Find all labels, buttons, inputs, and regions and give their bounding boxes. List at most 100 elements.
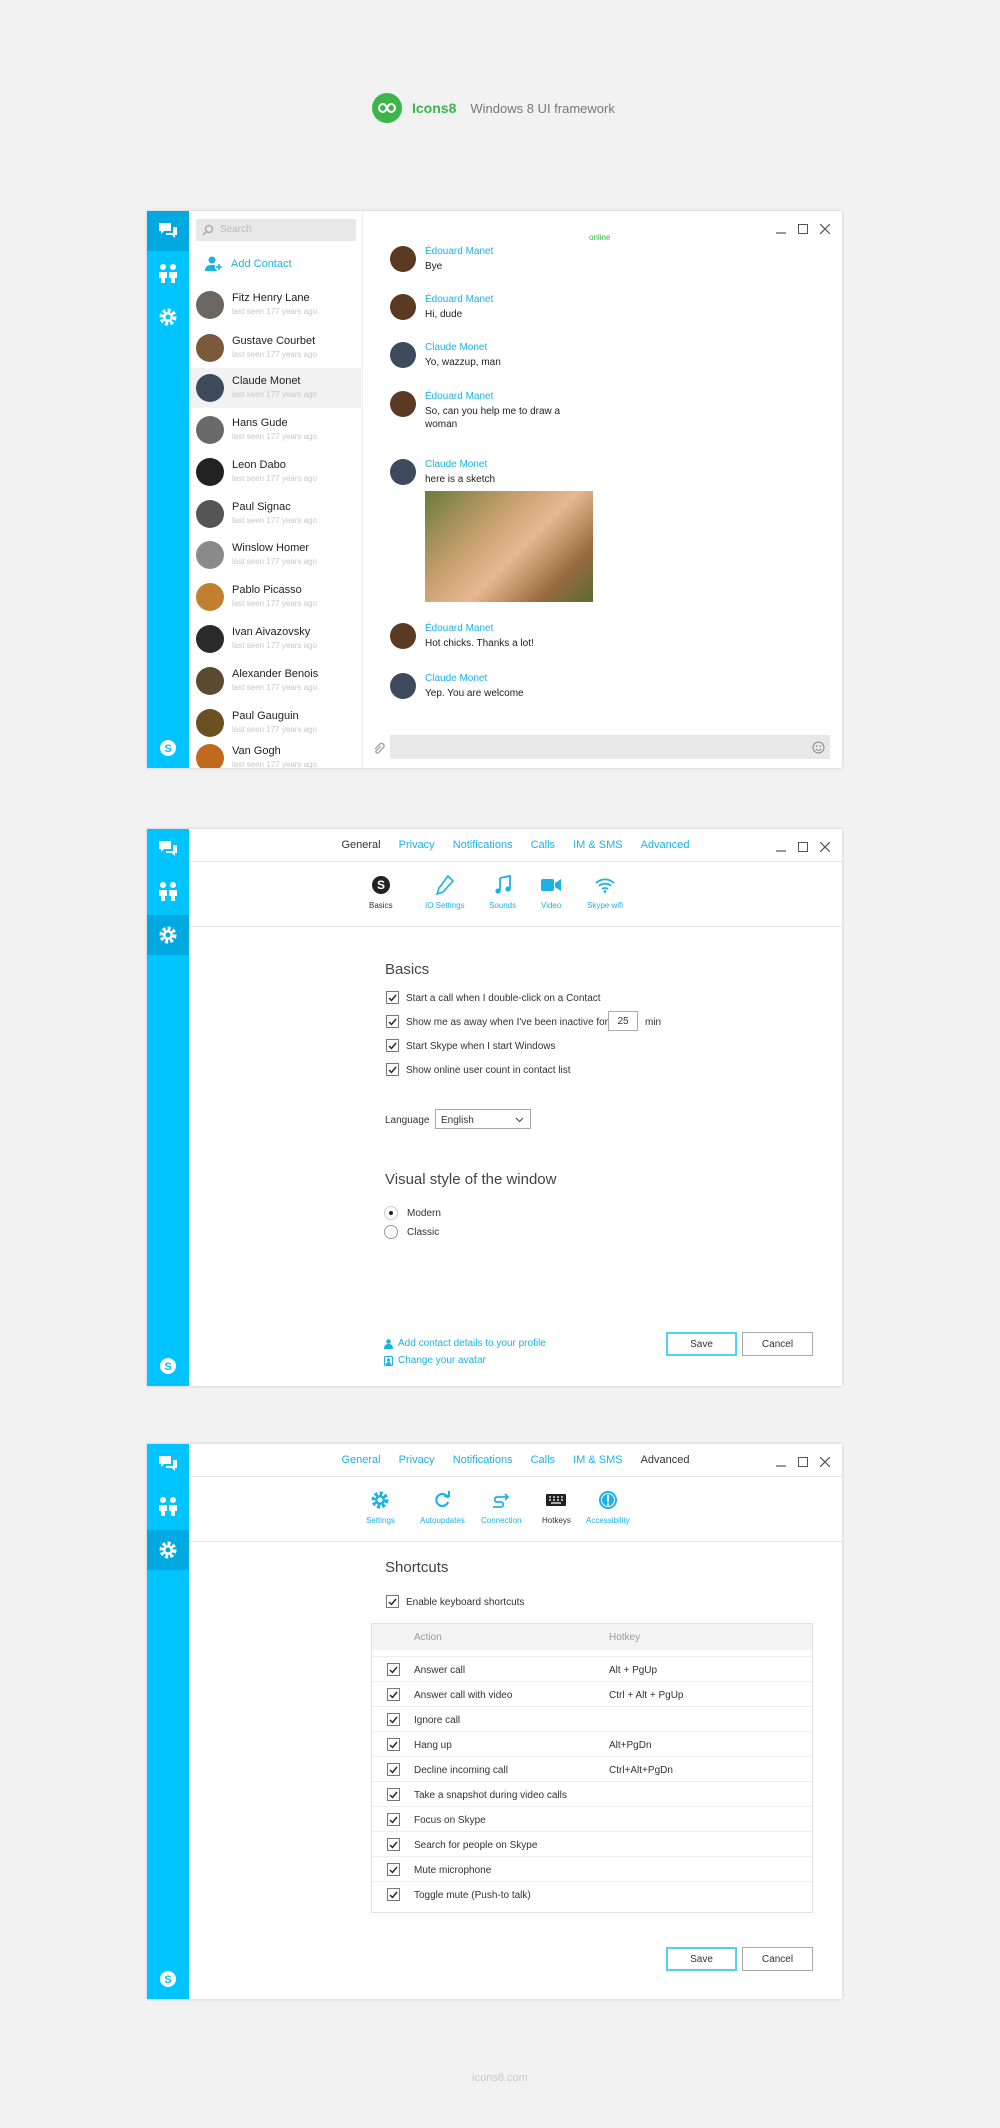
close-icon[interactable] xyxy=(819,839,831,857)
message-sender[interactable]: Édouard Manet xyxy=(425,391,493,402)
contact-item[interactable]: Gustave Courbet last seen 177 years ago xyxy=(196,331,376,369)
attach-icon[interactable] xyxy=(372,741,386,760)
table-row[interactable]: Focus on Skype xyxy=(372,1806,812,1831)
table-row[interactable]: Decline incoming call Ctrl+Alt+PgDn xyxy=(372,1756,812,1781)
rail-settings[interactable] xyxy=(147,915,189,955)
subtab-sounds[interactable]: Sounds xyxy=(489,874,516,910)
row-checkbox[interactable] xyxy=(387,1663,400,1676)
row-checkbox[interactable] xyxy=(387,1813,400,1826)
save-button[interactable]: Save xyxy=(666,1947,737,1971)
add-contact-button[interactable]: Add Contact xyxy=(205,256,292,272)
maximize-icon[interactable] xyxy=(798,221,808,239)
row-checkbox[interactable] xyxy=(387,1838,400,1851)
tab-notifications[interactable]: Notifications xyxy=(453,1454,513,1466)
rail-skype[interactable]: S xyxy=(147,728,189,768)
tab-general[interactable]: General xyxy=(341,1454,380,1466)
tab-privacy[interactable]: Privacy xyxy=(399,839,435,851)
contact-item[interactable]: Fitz Henry Lane last seen 177 years ago xyxy=(196,288,376,326)
tab-im-sms[interactable]: IM & SMS xyxy=(573,1454,623,1466)
subtab-io-settings[interactable]: IO Settings xyxy=(425,874,465,910)
contact-item[interactable]: Claude Monet last seen 177 years ago xyxy=(196,371,376,409)
contact-item[interactable]: Paul Gauguin last seen 177 years ago xyxy=(196,706,376,744)
table-row[interactable]: Mute microphone xyxy=(372,1856,812,1881)
minimize-icon[interactable] xyxy=(776,1454,786,1472)
subtab-basics[interactable]: S Basics xyxy=(369,874,393,910)
subtab-accessibility[interactable]: Accessibility xyxy=(586,1489,630,1525)
maximize-icon[interactable] xyxy=(798,839,808,857)
rail-settings[interactable] xyxy=(147,1530,189,1570)
language-select[interactable]: English xyxy=(435,1109,531,1129)
row-checkbox[interactable] xyxy=(387,1763,400,1776)
radio-modern[interactable] xyxy=(384,1206,398,1220)
subtab-settings[interactable]: Settings xyxy=(366,1489,395,1525)
rail-contacts[interactable] xyxy=(147,253,189,293)
message-sender[interactable]: Édouard Manet xyxy=(425,294,493,305)
contact-item[interactable]: Ivan Aivazovsky last seen 177 years ago xyxy=(196,622,376,660)
contact-item[interactable]: Paul Signac last seen 177 years ago xyxy=(196,497,376,535)
message-sender[interactable]: Claude Monet xyxy=(425,342,487,353)
message-sender[interactable]: Claude Monet xyxy=(425,459,487,470)
subtab-hotkeys[interactable]: Hotkeys xyxy=(542,1489,571,1525)
row-checkbox[interactable] xyxy=(387,1863,400,1876)
message-sender[interactable]: Édouard Manet xyxy=(425,623,493,634)
close-icon[interactable] xyxy=(819,1454,831,1472)
save-button[interactable]: Save xyxy=(666,1332,737,1356)
contact-item[interactable]: Van Gogh last seen 177 years ago xyxy=(196,741,376,768)
message-sender[interactable]: Édouard Manet xyxy=(425,246,493,257)
footer-link[interactable]: icons8.com xyxy=(0,2072,1000,2084)
table-row[interactable]: Hang up Alt+PgDn xyxy=(372,1731,812,1756)
maximize-icon[interactable] xyxy=(798,1454,808,1472)
radio-classic[interactable] xyxy=(384,1225,398,1239)
subtab-connection[interactable]: Connection xyxy=(481,1489,521,1525)
subtab-autoupdates[interactable]: Autoupdates xyxy=(420,1489,465,1525)
row-checkbox[interactable] xyxy=(387,1713,400,1726)
table-row[interactable]: Toggle mute (Push-to talk) xyxy=(372,1881,812,1906)
option-checkbox[interactable] xyxy=(386,1063,399,1076)
change-avatar-link[interactable]: Change your avatar xyxy=(384,1355,486,1366)
contact-item[interactable]: Hans Gude last seen 177 years ago xyxy=(196,413,376,451)
tab-notifications[interactable]: Notifications xyxy=(453,839,513,851)
tab-privacy[interactable]: Privacy xyxy=(399,1454,435,1466)
tab-calls[interactable]: Calls xyxy=(531,1454,555,1466)
tab-im-sms[interactable]: IM & SMS xyxy=(573,839,623,851)
row-checkbox[interactable] xyxy=(387,1688,400,1701)
minimize-icon[interactable] xyxy=(776,839,786,857)
rail-contacts[interactable] xyxy=(147,1486,189,1526)
table-row[interactable]: Search for people on Skype xyxy=(372,1831,812,1856)
contact-item[interactable]: Pablo Picasso last seen 177 years ago xyxy=(196,580,376,618)
close-icon[interactable] xyxy=(819,221,831,239)
minimize-icon[interactable] xyxy=(776,221,786,239)
inactive-minutes-input[interactable]: 25 xyxy=(608,1011,638,1031)
message-input[interactable] xyxy=(390,735,830,759)
rail-chat[interactable] xyxy=(147,211,189,251)
search-input[interactable]: Search xyxy=(196,219,356,241)
option-checkbox[interactable] xyxy=(386,1015,399,1028)
subtab-skype-wifi[interactable]: Skype wifi xyxy=(587,874,623,910)
table-row[interactable]: Answer call with video Ctrl + Alt + PgUp xyxy=(372,1681,812,1706)
contact-item[interactable]: Alexander Benois last seen 177 years ago xyxy=(196,664,376,702)
sketch-image[interactable] xyxy=(425,491,593,602)
rail-settings[interactable] xyxy=(147,297,189,337)
tab-calls[interactable]: Calls xyxy=(531,839,555,851)
tab-advanced[interactable]: Advanced xyxy=(641,1454,690,1466)
row-checkbox[interactable] xyxy=(387,1888,400,1901)
add-contact-details-link[interactable]: Add contact details to your profile xyxy=(384,1338,546,1349)
cancel-button[interactable]: Cancel xyxy=(742,1947,813,1971)
cancel-button[interactable]: Cancel xyxy=(742,1332,813,1356)
emoticon-icon[interactable] xyxy=(812,741,825,759)
table-row[interactable]: Take a snapshot during video calls xyxy=(372,1781,812,1806)
enable-shortcuts-checkbox[interactable] xyxy=(386,1595,399,1608)
table-row[interactable]: Ignore call xyxy=(372,1706,812,1731)
tab-advanced[interactable]: Advanced xyxy=(641,839,690,851)
option-checkbox[interactable] xyxy=(386,1039,399,1052)
message-sender[interactable]: Claude Monet xyxy=(425,673,487,684)
table-row[interactable]: Answer call Alt + PgUp xyxy=(372,1656,812,1681)
contact-item[interactable]: Winslow Homer last seen 177 years ago xyxy=(196,538,376,576)
contact-item[interactable]: Leon Dabo last seen 177 years ago xyxy=(196,455,376,493)
rail-skype[interactable]: S xyxy=(147,1346,189,1386)
row-checkbox[interactable] xyxy=(387,1788,400,1801)
option-checkbox[interactable] xyxy=(386,991,399,1004)
rail-contacts[interactable] xyxy=(147,871,189,911)
subtab-video[interactable]: Video xyxy=(541,874,561,910)
tab-general[interactable]: General xyxy=(341,839,380,851)
